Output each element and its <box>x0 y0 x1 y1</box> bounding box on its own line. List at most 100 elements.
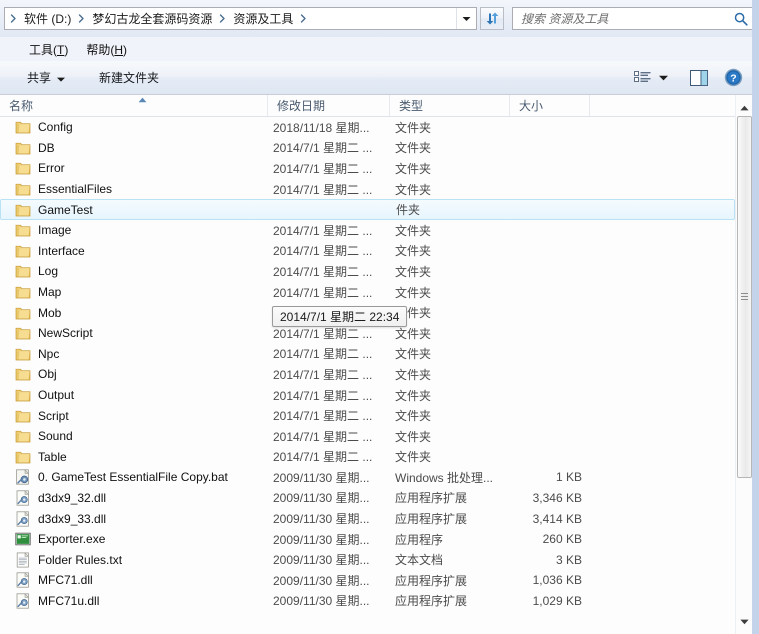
file-name: Map <box>38 285 61 299</box>
cell-type: 文本文档 <box>390 551 510 568</box>
cell-name: MFC71.dll <box>0 572 268 588</box>
search-box[interactable]: 搜索 资源及工具 <box>512 7 755 30</box>
cell-type: 文件夹 <box>390 325 510 342</box>
table-row[interactable]: Config2018/11/18 星期...文件夹 <box>0 117 735 138</box>
view-options-dropdown[interactable] <box>655 65 672 91</box>
cell-size: 1,036 KB <box>510 573 588 587</box>
table-row[interactable]: MFC71.dll2009/11/30 星期...应用程序扩展1,036 KB <box>0 570 735 591</box>
breadcrumb-item-1[interactable]: 梦幻古龙全套源码资源 <box>88 8 215 29</box>
folder-icon <box>15 202 31 218</box>
table-row[interactable]: d3dx9_32.dll2009/11/30 星期...应用程序扩展3,346 … <box>0 488 735 509</box>
preview-pane-button[interactable] <box>686 65 712 91</box>
file-name: Npc <box>38 347 59 361</box>
file-name: Image <box>38 223 71 237</box>
cell-type: 文件夹 <box>390 387 510 404</box>
cell-type: 文件夹 <box>390 242 510 259</box>
svg-text:?: ? <box>730 73 736 85</box>
cell-name: Obj <box>0 366 268 382</box>
table-row[interactable]: Log2014/7/1 星期二 ...文件夹 <box>0 261 735 282</box>
table-row[interactable]: d3dx9_33.dll2009/11/30 星期...应用程序扩展3,414 … <box>0 508 735 529</box>
cell-date-modified: 2014/7/1 星期二 ... <box>268 325 390 342</box>
file-name: Mob <box>38 306 61 320</box>
menu-item-help[interactable]: 帮助(H) <box>77 38 136 61</box>
dll-file-icon <box>15 511 31 527</box>
table-row[interactable]: EssentialFiles2014/7/1 星期二 ...文件夹 <box>0 179 735 200</box>
column-header-size[interactable]: 大小 <box>510 95 590 116</box>
table-row[interactable]: GameTest件夹 <box>0 199 735 220</box>
file-list: Config2018/11/18 星期...文件夹DB2014/7/1 星期二 … <box>0 117 735 611</box>
cell-type: 文件夹 <box>390 284 510 301</box>
cell-date-modified: 2014/7/1 星期二 ... <box>268 407 390 424</box>
vertical-scrollbar[interactable] <box>735 95 752 634</box>
cell-date-modified: 2014/7/1 星期二 ... <box>268 181 390 198</box>
column-header-filler[interactable] <box>590 95 735 116</box>
breadcrumb-item-2[interactable]: 资源及工具 <box>229 8 296 29</box>
cell-type: 文件夹 <box>390 160 510 177</box>
share-button-label: 共享 <box>27 69 51 86</box>
table-row[interactable]: Folder Rules.txt2009/11/30 星期...文本文档3 KB <box>0 549 735 570</box>
folder-icon <box>15 140 31 156</box>
file-name: d3dx9_32.dll <box>38 491 106 505</box>
cell-name: EssentialFiles <box>0 181 268 197</box>
table-row[interactable]: Map2014/7/1 星期二 ...文件夹 <box>0 282 735 303</box>
table-row[interactable]: Error2014/7/1 星期二 ...文件夹 <box>0 158 735 179</box>
file-name: Output <box>38 388 74 402</box>
table-row[interactable]: DB2014/7/1 星期二 ...文件夹 <box>0 138 735 159</box>
cell-date-modified: 2018/11/18 星期... <box>268 119 390 136</box>
view-options-button[interactable] <box>630 65 655 91</box>
file-name: Error <box>38 161 65 175</box>
chevron-right-icon <box>6 8 20 29</box>
table-row[interactable]: Obj2014/7/1 星期二 ...文件夹 <box>0 364 735 385</box>
folder-icon <box>15 346 31 362</box>
column-header-name[interactable]: 名称 <box>0 95 268 116</box>
cell-type: 文件夹 <box>390 428 510 445</box>
cell-type: 文件夹 <box>390 407 510 424</box>
table-row[interactable]: Image2014/7/1 星期二 ...文件夹 <box>0 220 735 241</box>
table-row[interactable]: Exporter.exe2009/11/30 星期...应用程序260 KB <box>0 529 735 550</box>
address-dropdown-button[interactable] <box>456 8 476 29</box>
table-row[interactable]: Interface2014/7/1 星期二 ...文件夹 <box>0 241 735 262</box>
folder-icon <box>15 408 31 424</box>
cell-name: Config <box>0 119 268 135</box>
cell-type: 应用程序扩展 <box>390 489 510 506</box>
address-bar[interactable]: 软件 (D:) 梦幻古龙全套源码资源 资源及工具 <box>4 7 477 30</box>
table-row[interactable]: 0. GameTest EssentialFile Copy.bat2009/1… <box>0 467 735 488</box>
table-row[interactable]: Script 2014/7/1 星期二 ...文件夹 <box>0 405 735 426</box>
cell-type: 应用程序扩展 <box>390 592 510 609</box>
table-row[interactable]: Table2014/7/1 星期二 ...文件夹 <box>0 447 735 468</box>
share-button[interactable]: 共享 <box>18 65 74 91</box>
view-options-icon <box>634 71 651 85</box>
table-row[interactable]: MFC71u.dll2009/11/30 星期...应用程序扩展1,029 KB <box>0 591 735 612</box>
search-input[interactable]: 搜索 资源及工具 <box>513 10 728 27</box>
table-row[interactable]: Output2014/7/1 星期二 ...文件夹 <box>0 385 735 406</box>
column-header-date-modified[interactable]: 修改日期 <box>268 95 390 116</box>
help-button[interactable]: ? <box>720 65 747 91</box>
column-header-type[interactable]: 类型 <box>390 95 510 116</box>
breadcrumb-item-0[interactable]: 软件 (D:) <box>20 8 74 29</box>
cell-name: Mob <box>0 305 268 321</box>
table-row[interactable]: Sound2014/7/1 星期二 ...文件夹 <box>0 426 735 447</box>
scrollbar-thumb[interactable] <box>737 116 752 478</box>
cell-date-modified: 2014/7/1 星期二 ... <box>268 366 390 383</box>
table-row[interactable]: Npc2014/7/1 星期二 ...文件夹 <box>0 344 735 365</box>
scroll-down-button[interactable] <box>736 613 752 630</box>
cell-date-modified: 2009/11/30 星期... <box>268 489 390 506</box>
sort-ascending-icon <box>138 97 147 103</box>
breadcrumb: 软件 (D:) 梦幻古龙全套源码资源 资源及工具 <box>5 8 310 29</box>
folder-icon <box>15 119 31 135</box>
triangle-down-icon <box>740 619 749 625</box>
menu-bar: 工具(T) 帮助(H) <box>0 37 759 61</box>
cell-name: Table <box>0 449 268 465</box>
cell-name: Log <box>0 263 268 279</box>
file-name: Script <box>38 409 69 423</box>
cell-name: d3dx9_32.dll <box>0 490 268 506</box>
menu-item-tools[interactable]: 工具(T) <box>20 38 77 61</box>
scroll-up-button[interactable] <box>736 99 752 116</box>
file-name: Folder Rules.txt <box>38 553 122 567</box>
cell-size: 1,029 KB <box>510 594 588 608</box>
help-icon: ? <box>724 68 743 87</box>
dll-file-icon <box>15 572 31 588</box>
new-folder-button[interactable]: 新建文件夹 <box>90 65 168 91</box>
folder-icon <box>15 243 31 259</box>
refresh-button[interactable] <box>480 7 504 30</box>
